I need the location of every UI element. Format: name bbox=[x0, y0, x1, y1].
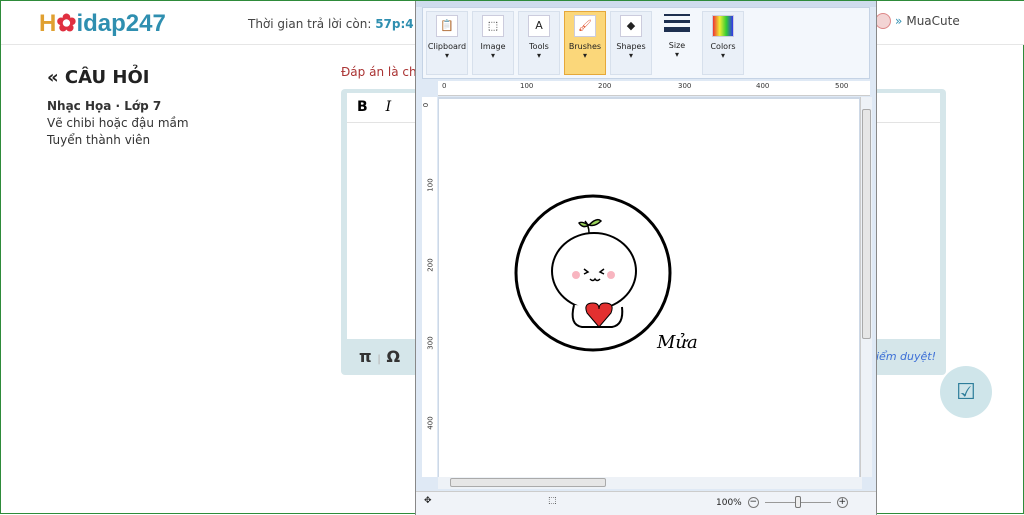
vertical-scrollbar[interactable] bbox=[860, 97, 872, 477]
symbol-button[interactable]: Ω bbox=[386, 347, 400, 366]
colors-icon bbox=[712, 15, 734, 37]
select-icon: ⬚ bbox=[482, 15, 504, 37]
answer-hint: Đáp án là chu bbox=[341, 65, 425, 79]
tools-group[interactable]: A Tools ▾ bbox=[518, 11, 560, 75]
status-bar: ✥ ⬚ 100% − + bbox=[416, 491, 876, 515]
submit-answer-button[interactable]: ☑ bbox=[940, 366, 992, 418]
zoom-out-button[interactable]: − bbox=[747, 497, 759, 508]
checklist-icon: ☑ bbox=[956, 379, 976, 405]
size-group[interactable]: Size ▾ bbox=[656, 11, 698, 75]
zoom-slider[interactable] bbox=[764, 496, 831, 508]
shapes-group[interactable]: ◆ Shapes ▾ bbox=[610, 11, 652, 75]
question-meta: Nhạc Họa · Lớp 7 Vẽ chibi hoặc đậu mầm T… bbox=[47, 99, 189, 147]
avatar bbox=[875, 13, 891, 29]
answer-timer: Thời gian trả lời còn: 57p:41s bbox=[248, 17, 430, 31]
shapes-icon: ◆ bbox=[620, 15, 642, 37]
brushes-group[interactable]: 🖌 Brushes ▾ bbox=[564, 11, 606, 75]
line-size-icon bbox=[664, 14, 690, 36]
colors-group[interactable]: Colors ▾ bbox=[702, 11, 744, 75]
math-button[interactable]: π bbox=[359, 347, 372, 366]
zoom-level: 100% bbox=[716, 497, 742, 508]
selection-size-icon: ⬚ bbox=[548, 496, 557, 506]
paint-ribbon: 📋 Clipboard ▾ ⬚ Image ▾ A Tools ▾ 🖌 Brushes ▾ ◆ S… bbox=[422, 7, 870, 79]
chibi-drawing: Mửa bbox=[514, 194, 698, 353]
canvas-area: Mửa bbox=[438, 97, 862, 477]
vertical-ruler: 0 100 200 300 400 bbox=[422, 97, 437, 477]
page-title[interactable]: « CÂU HỎI bbox=[47, 67, 149, 88]
drawing-canvas[interactable]: Mửa bbox=[439, 99, 859, 477]
brush-icon: 🖌 bbox=[574, 15, 596, 37]
clipboard-icon: 📋 bbox=[436, 15, 458, 37]
cursor-position-icon: ✥ bbox=[424, 496, 432, 506]
italic-button[interactable]: I bbox=[386, 99, 392, 116]
horizontal-ruler: 0 100 200 300 400 500 bbox=[438, 81, 870, 96]
tools-icon: A bbox=[528, 15, 550, 37]
horizontal-scrollbar[interactable] bbox=[438, 477, 862, 489]
image-group[interactable]: ⬚ Image ▾ bbox=[472, 11, 514, 75]
moderation-note: kiểm duyệt! bbox=[869, 350, 936, 363]
zoom-in-button[interactable]: + bbox=[836, 497, 848, 508]
user-menu[interactable]: » MuaCute bbox=[875, 13, 960, 29]
signature-text: Mửa bbox=[656, 332, 698, 353]
paint-window: 📋 Clipboard ▾ ⬚ Image ▾ A Tools ▾ 🖌 Brushes ▾ ◆ S… bbox=[415, 1, 877, 515]
clipboard-group[interactable]: 📋 Clipboard ▾ bbox=[426, 11, 468, 75]
bold-button[interactable]: B bbox=[357, 99, 368, 116]
site-logo[interactable]: H✿idap247 bbox=[39, 9, 166, 38]
chevron-down-icon: » bbox=[895, 14, 903, 28]
